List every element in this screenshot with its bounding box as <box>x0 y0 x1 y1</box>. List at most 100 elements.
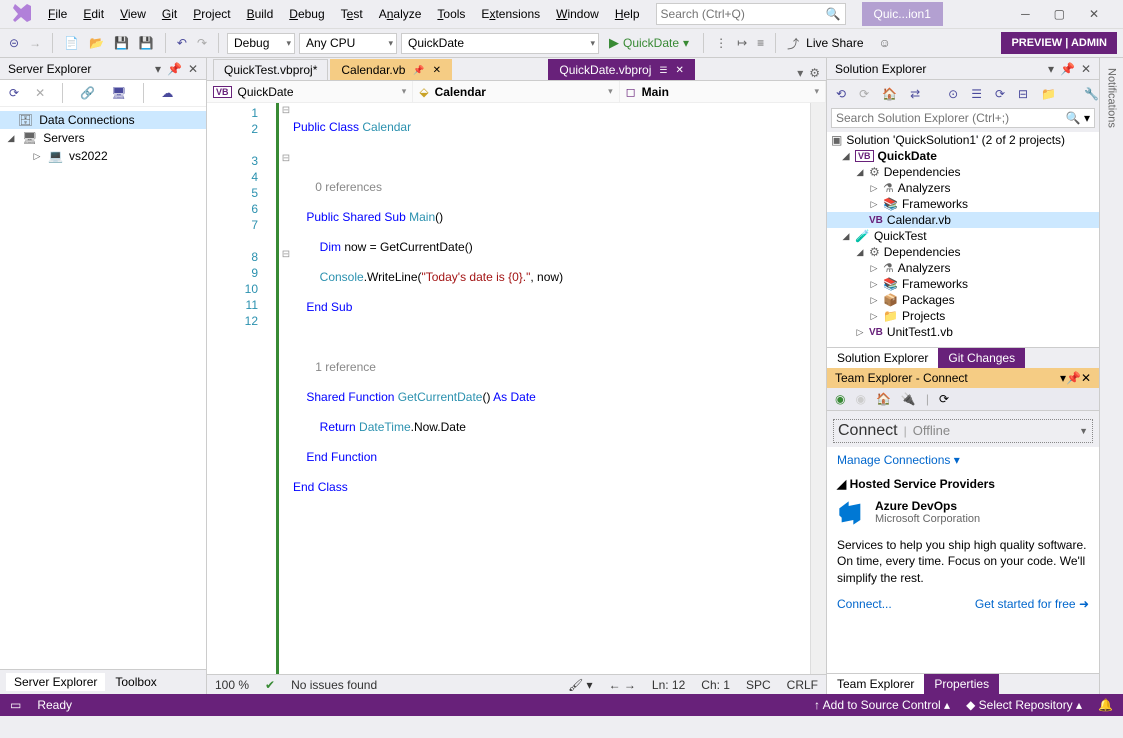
zoom-level[interactable]: 100 % <box>215 678 249 692</box>
menu-git[interactable]: Git <box>154 4 185 24</box>
getstarted-link[interactable]: Get started for free ➜ <box>975 597 1089 611</box>
pin-icon[interactable]: 📌 <box>1060 62 1075 76</box>
save-all-icon[interactable]: 💾 <box>136 34 157 52</box>
pin-icon[interactable]: 📌 <box>1066 371 1081 385</box>
solution-search-input[interactable] <box>836 111 1066 125</box>
tab-solution-explorer[interactable]: Solution Explorer <box>827 348 938 368</box>
notifications-rail[interactable]: Notifications <box>1099 58 1123 694</box>
back-nav-icon[interactable]: ⊝ <box>6 34 22 52</box>
connect-server-icon[interactable]: 🖥 <box>108 84 129 102</box>
lineending-indicator[interactable]: CRLF <box>787 678 818 692</box>
brush-icon[interactable]: 🖌 ▾ <box>568 678 593 692</box>
maximize-button[interactable]: ▢ <box>1054 7 1065 21</box>
calendar-vb-file[interactable]: VBCalendar.vb <box>827 212 1099 228</box>
tab-quicktest[interactable]: QuickTest.vbproj* <box>213 59 328 80</box>
expand-icon[interactable]: ▷ <box>32 151 42 162</box>
select-repository[interactable]: ◆ Select Repository ▴ <box>966 698 1082 712</box>
solution-search[interactable]: 🔍 ▾ <box>831 108 1095 128</box>
menu-window[interactable]: Window <box>548 4 607 24</box>
issues-label[interactable]: No issues found <box>291 678 377 692</box>
nav-member[interactable]: ◻Main <box>620 81 826 102</box>
open-folder-icon[interactable]: 📂 <box>86 34 107 52</box>
connect-dropdown[interactable]: Connect | Offline ▼ <box>833 419 1093 443</box>
menu-build[interactable]: Build <box>239 4 282 24</box>
bell-icon[interactable]: 🔔 <box>1098 698 1113 712</box>
tab-calendar[interactable]: Calendar.vb📌✕ <box>330 59 452 80</box>
deps-node[interactable]: ◢⚙Dependencies <box>827 164 1099 180</box>
code-area[interactable]: Public Class Calendar 0 references Publi… <box>293 103 810 674</box>
liveshare-icon[interactable]: ⤴ <box>784 33 802 54</box>
spacing-indicator[interactable]: SPC <box>746 678 771 692</box>
unittest-file[interactable]: ▷VBUnitTest1.vb <box>827 324 1099 340</box>
close-icon[interactable]: ✕ <box>433 65 441 76</box>
pin-icon[interactable]: 📌 <box>167 62 182 76</box>
azure-icon[interactable]: ☁ <box>158 84 176 102</box>
promote-icon[interactable]: ☰ <box>659 65 667 76</box>
plug-icon[interactable]: 🔌 <box>901 392 916 406</box>
close-icon[interactable]: ✕ <box>1081 371 1091 385</box>
pin-icon[interactable]: 📌 <box>413 65 424 76</box>
manage-connections-link[interactable]: Manage Connections ▾ <box>837 453 1089 467</box>
tab-git-changes[interactable]: Git Changes <box>938 348 1025 368</box>
collapse-icon[interactable]: ⊟ <box>1015 85 1031 103</box>
analyzers-node-2[interactable]: ▷⚗Analyzers <box>827 260 1099 276</box>
connect-link[interactable]: Connect... <box>837 597 892 611</box>
project-quickdate[interactable]: ◢VBQuickDate <box>827 148 1099 164</box>
projects-node[interactable]: ▷📁Projects <box>827 308 1099 324</box>
menu-edit[interactable]: Edit <box>75 4 112 24</box>
code-editor[interactable]: 123456789101112 ⊟⊟⊟ Public Class Calenda… <box>207 103 826 674</box>
editor-scrollbar[interactable] <box>810 103 826 674</box>
tb-misc3-icon[interactable]: ≡ <box>754 34 767 52</box>
undo-icon[interactable]: ↶ <box>174 34 190 52</box>
menu-file[interactable]: File <box>40 4 75 24</box>
line-indicator[interactable]: Ln: 12 <box>652 678 685 692</box>
server-child-node[interactable]: ▷💻vs2022 <box>0 147 206 165</box>
startup-dropdown[interactable]: QuickDate <box>401 33 599 54</box>
feedback-icon[interactable]: ☺ <box>876 34 894 52</box>
fold-icon[interactable]: ⊟ <box>279 249 293 265</box>
close-icon[interactable]: ✕ <box>675 65 683 76</box>
menu-extensions[interactable]: Extensions <box>473 4 548 24</box>
nav-project[interactable]: VBQuickDate <box>207 81 413 102</box>
settings-icon[interactable]: ⚙ <box>809 66 820 80</box>
menu-test[interactable]: Test <box>333 4 371 24</box>
tab-toolbox[interactable]: Toolbox <box>107 673 164 691</box>
new-item-icon[interactable]: 📄 <box>61 34 82 52</box>
tab-team-explorer[interactable]: Team Explorer <box>827 674 924 694</box>
platform-dropdown[interactable]: Any CPU <box>299 33 397 54</box>
servers-node[interactable]: ◢🖥Servers <box>0 129 206 147</box>
menu-debug[interactable]: Debug <box>281 4 332 24</box>
output-icon[interactable]: ▭ <box>10 698 21 712</box>
back-icon[interactable]: ◉ <box>835 392 845 406</box>
menu-project[interactable]: Project <box>185 4 238 24</box>
refresh-icon[interactable]: ⟳ <box>992 85 1008 103</box>
preview-admin-button[interactable]: PREVIEW | ADMIN <box>1001 32 1117 54</box>
pending-icon[interactable]: ☰ <box>968 85 985 103</box>
close-icon[interactable]: ✕ <box>188 62 198 76</box>
add-source-control[interactable]: ↑ Add to Source Control ▴ <box>814 698 950 712</box>
switch-views-icon[interactable]: ⇄ <box>907 85 923 103</box>
tb-misc2-icon[interactable]: ↦ <box>734 34 750 52</box>
data-connections-node[interactable]: 🗄Data Connections <box>0 111 206 129</box>
hosted-header[interactable]: ◢ Hosted Service Providers <box>837 477 1089 491</box>
show-all-icon[interactable]: 📁 <box>1038 85 1059 103</box>
menu-view[interactable]: View <box>112 4 154 24</box>
solution-root[interactable]: ▣Solution 'QuickSolution1' (2 of 2 proje… <box>827 132 1099 148</box>
error-nav-icon[interactable]: ← → <box>609 678 636 692</box>
home-icon[interactable]: 🏠 <box>879 85 900 103</box>
close-icon[interactable]: ✕ <box>1081 62 1091 76</box>
window-menu-icon[interactable]: ▾ <box>1048 62 1054 76</box>
packages-node[interactable]: ▷📦Packages <box>827 292 1099 308</box>
start-debug-button[interactable]: ▶QuickDate ▾ <box>603 33 695 53</box>
fold-icon[interactable]: ⊟ <box>279 153 293 169</box>
frameworks-node[interactable]: ▷📚Frameworks <box>827 196 1099 212</box>
deps-node-2[interactable]: ◢⚙Dependencies <box>827 244 1099 260</box>
team-explorer-header[interactable]: Team Explorer - Connect ▾📌✕ <box>827 368 1099 388</box>
tb-misc1-icon[interactable]: ⋮ <box>712 34 730 52</box>
config-dropdown[interactable]: Debug <box>227 33 295 54</box>
analyzers-node[interactable]: ▷⚗Analyzers <box>827 180 1099 196</box>
liveshare-label[interactable]: Live Share <box>806 36 863 50</box>
window-menu-icon[interactable]: ▾ <box>155 62 161 76</box>
codelens-0[interactable]: 0 references <box>315 180 382 194</box>
codelens-1[interactable]: 1 reference <box>315 360 376 374</box>
